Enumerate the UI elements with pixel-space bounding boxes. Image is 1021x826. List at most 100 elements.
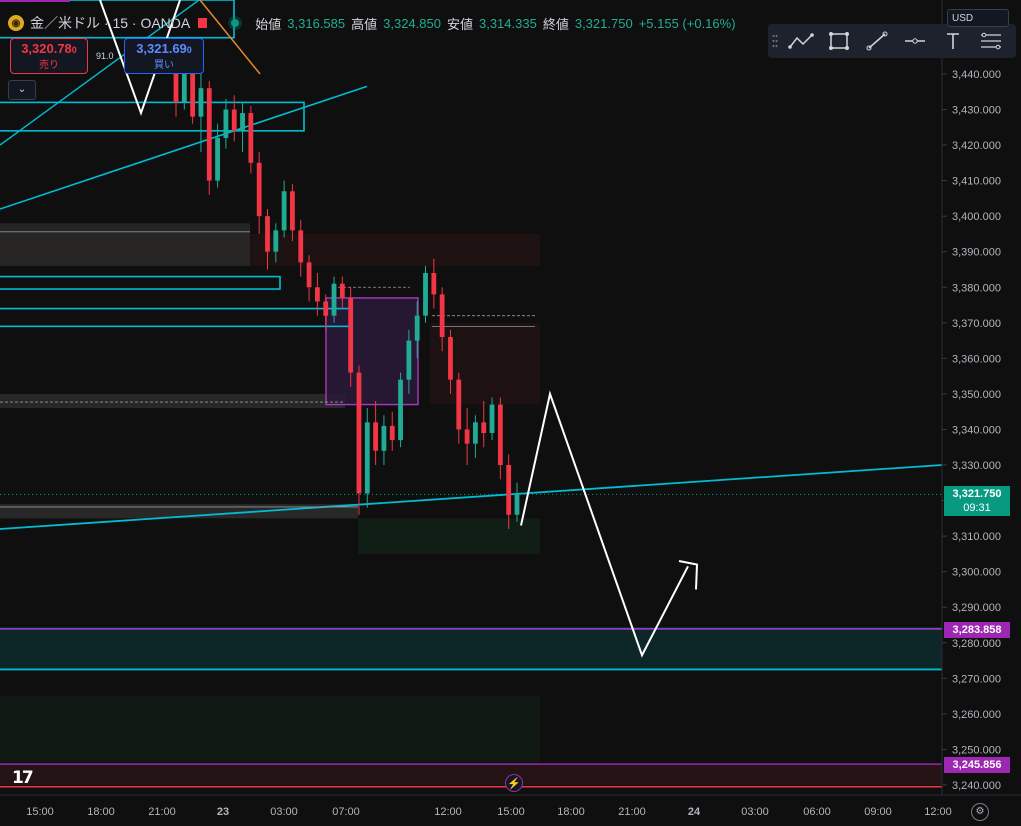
trend-line-tool-icon[interactable] — [858, 26, 896, 56]
candle-body — [231, 109, 237, 131]
candle-body — [223, 109, 229, 138]
price-tick-label: 3,240.000 — [952, 780, 1001, 792]
time-tick-label: 03:00 — [270, 806, 298, 818]
candle-body — [506, 465, 512, 515]
demand-zone-main — [0, 628, 942, 670]
candle-body — [281, 191, 287, 231]
price-tick-label: 3,420.000 — [952, 140, 1001, 152]
settings-gear-icon[interactable]: ⚙ — [971, 803, 989, 821]
candle[interactable] — [356, 365, 362, 515]
drag-handle-icon[interactable] — [768, 26, 782, 56]
candle-body — [406, 340, 412, 380]
candle-body — [248, 113, 254, 163]
candle-body — [215, 137, 220, 181]
candle-body — [439, 294, 445, 338]
grey-zone-2 — [0, 393, 345, 409]
sell-price-small: 0 — [71, 45, 77, 55]
time-tick-label: 06:00 — [803, 806, 831, 818]
candle-body — [373, 422, 379, 451]
candle-body — [265, 216, 270, 252]
fib-tool-icon[interactable] — [972, 26, 1010, 56]
price-tick-label: 3,250.000 — [952, 744, 1001, 756]
time-tick-label: 23 — [217, 806, 229, 818]
symbol-title[interactable]: 金／米ドル · 15 · OANDA — [30, 13, 190, 33]
high-value: 3,324.850 — [383, 15, 441, 31]
time-tick-label: 15:00 — [497, 806, 525, 818]
open-value: 3,316.585 — [287, 15, 346, 31]
candle-body — [389, 425, 395, 441]
price-tick-label: 3,310.000 — [952, 531, 1001, 543]
candle[interactable] — [398, 372, 403, 448]
chevron-down-icon[interactable]: ⌄ — [8, 80, 36, 100]
price-tick-label: 3,440.000 — [952, 69, 1001, 81]
time-tick-label: 24 — [688, 806, 701, 818]
low-label: 安値 — [446, 16, 473, 32]
candle-body — [356, 372, 362, 494]
price-tick-label: 3,290.000 — [952, 602, 1001, 614]
candle-body — [497, 404, 503, 465]
candle-body — [348, 297, 354, 373]
candle-body — [339, 283, 345, 298]
sell-button[interactable]: 3,320.780 売り — [10, 38, 88, 74]
ohlc-values: 始値 3,316.585 高値 3,324.850 安値 3,314.335 終値 3,… — [255, 14, 735, 33]
text-tool-icon[interactable] — [934, 26, 972, 56]
drawing-toolbar — [768, 24, 1016, 58]
time-tick-label: 07:00 — [332, 806, 360, 818]
price-tick-label: 3,400.000 — [952, 211, 1001, 223]
close-value: 3,321.750 — [574, 15, 633, 31]
fvg-zone — [326, 297, 418, 405]
candle[interactable] — [364, 408, 370, 508]
level-tag-upper: 3,283.858 — [944, 622, 1010, 638]
path-tool-icon[interactable] — [782, 26, 820, 56]
candle-body — [514, 494, 520, 515]
price-tick-label: 3,270.000 — [952, 673, 1001, 685]
candle-body — [398, 379, 403, 441]
demand-zone-1 — [358, 518, 540, 554]
price-tick-label: 3,350.000 — [952, 389, 1001, 401]
buy-price-small: 0 — [186, 45, 192, 55]
price-tick-label: 3,430.000 — [952, 105, 1001, 117]
chart-canvas[interactable]: 3,440.000 3,430.000 3,420.000 3,410.000 3,40… — [0, 0, 1021, 826]
flag-icon[interactable] — [198, 18, 208, 28]
candle-body — [464, 429, 470, 444]
candle-body — [298, 230, 304, 263]
buy-button[interactable]: 3,321.690 買い — [124, 38, 204, 74]
price-tick-label: 3,330.000 — [952, 460, 1001, 472]
price-tick-label: 3,390.000 — [952, 247, 1001, 259]
tradingview-logo[interactable]: 17 — [12, 768, 46, 788]
candle[interactable] — [206, 81, 212, 195]
candle-body — [489, 404, 495, 434]
low-value: 3,314.335 — [478, 15, 537, 31]
candle-body — [381, 425, 387, 451]
high-label: 高値 — [351, 16, 378, 32]
candle-body — [256, 162, 262, 217]
time-tick-label: 21:00 — [618, 806, 646, 818]
gold-coin-icon: ◉ — [8, 15, 24, 31]
candle-body — [364, 422, 370, 494]
price-tick-label: 3,260.000 — [952, 709, 1001, 721]
lower-red-zone — [0, 764, 942, 785]
candle-body — [414, 315, 420, 341]
price-tick-label: 3,370.000 — [952, 318, 1001, 330]
candle-body — [290, 191, 295, 231]
price-tick-label: 3,300.000 — [952, 567, 1001, 579]
lightning-icon[interactable]: ⚡ — [505, 774, 523, 792]
candle-body — [206, 88, 212, 181]
candle-body — [331, 283, 337, 316]
candle-body — [240, 113, 245, 131]
horizontal-ray-tool-icon[interactable] — [896, 26, 934, 56]
candle[interactable] — [423, 265, 428, 323]
open-label: 始値 — [255, 16, 282, 32]
grey-zone-1 — [0, 223, 250, 266]
candle-body — [473, 422, 478, 444]
buy-label: 買い — [154, 60, 174, 71]
spread-value: 91.0 — [96, 51, 114, 61]
candle[interactable] — [348, 287, 354, 387]
currency-select[interactable]: USD — [947, 9, 1009, 27]
candle-body — [423, 273, 428, 316]
candle-body — [173, 73, 179, 103]
candle-body — [273, 230, 279, 252]
time-tick-label: 18:00 — [557, 806, 585, 818]
sell-label: 売り — [39, 60, 59, 71]
rectangle-tool-icon[interactable] — [820, 26, 858, 56]
